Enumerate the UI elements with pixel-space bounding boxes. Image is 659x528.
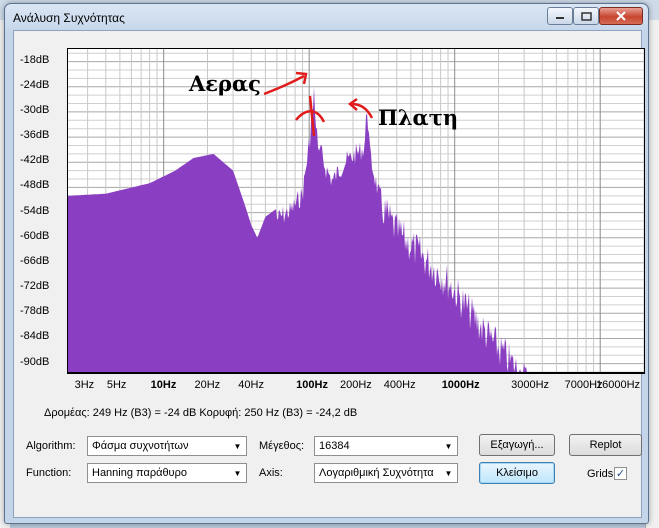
algorithm-value: Φάσμα συχνοτήτων	[92, 440, 189, 452]
grids-label: Grids	[587, 468, 614, 480]
algorithm-label: Algorithm:	[26, 440, 76, 452]
title-bar[interactable]: Ανάλυση Συχνότητας	[5, 4, 648, 30]
x-tick-label: 20Hz	[194, 379, 221, 391]
algorithm-select[interactable]: Φάσμα συχνοτήτων ▼	[87, 436, 247, 456]
grids-checkbox[interactable]: ✓	[614, 467, 627, 480]
y-tick-label: -66dB	[20, 254, 50, 267]
y-tick-label: -24dB	[20, 78, 50, 91]
x-tick-label: 5Hz	[106, 379, 127, 391]
maximize-icon	[580, 11, 592, 21]
chevron-down-icon: ▼	[233, 441, 242, 451]
size-select[interactable]: 16384 ▼	[314, 436, 458, 456]
x-tick-label: 100Hz	[296, 379, 328, 391]
y-tick-label: -78dB	[20, 305, 50, 318]
x-tick-label: 40Hz	[238, 379, 264, 391]
annotation-arrows	[263, 71, 374, 137]
y-tick-label: -48dB	[20, 179, 50, 192]
x-tick-label: 16000Hz	[596, 379, 641, 391]
y-tick-label: -42dB	[20, 154, 50, 167]
size-label: Μέγεθος:	[259, 440, 305, 452]
x-tick-label: 200Hz	[339, 379, 372, 391]
axis-value: Λογαριθμική Συχνότητα	[319, 467, 434, 479]
replot-button[interactable]: Replot	[569, 434, 642, 456]
x-tick-label: 3000Hz	[511, 379, 550, 391]
x-axis-line	[67, 373, 645, 374]
frequency-analysis-window: Ανάλυση Συχνότητας -18dB -24dB -30dB -36dB -…	[4, 3, 649, 524]
chevron-down-icon: ▼	[444, 441, 453, 451]
dialog-client-area: -18dB -24dB -30dB -36dB -42dB -48dB -54dB -60dB…	[13, 30, 645, 518]
minimize-icon	[556, 17, 564, 19]
y-tick-label: -84dB	[20, 330, 50, 343]
close-icon	[616, 11, 626, 21]
window-title: Ανάλυση Συχνότητας	[13, 11, 125, 25]
y-tick-label: -54dB	[20, 204, 50, 217]
close-window-button[interactable]	[599, 7, 643, 25]
annotation-plati: Πλατη	[378, 105, 459, 130]
axis-label: Axis:	[259, 467, 283, 479]
y-tick-label: -18dB	[20, 53, 50, 66]
y-tick-label: -36dB	[20, 129, 50, 142]
export-button[interactable]: Εξαγωγή...	[479, 434, 555, 456]
x-tick-label: 1000Hz	[441, 379, 480, 391]
axis-select[interactable]: Λογαριθμική Συχνότητα ▼	[314, 463, 458, 483]
x-tick-label: 10Hz	[150, 379, 177, 391]
y-tick-label: -60dB	[20, 229, 50, 242]
x-tick-label: 3Hz	[74, 379, 95, 391]
y-tick-label: -72dB	[20, 280, 50, 293]
chevron-down-icon: ▼	[233, 468, 242, 478]
close-button[interactable]: Κλείσιμο	[479, 462, 555, 484]
function-value: Hanning παράθυρο	[92, 467, 187, 479]
y-tick-label: -30dB	[20, 103, 50, 116]
cursor-peak-status: Δρομέας: 249 Hz (B3) = -24 dB Κορυφή: 25…	[44, 407, 358, 419]
chevron-down-icon: ▼	[444, 468, 453, 478]
y-tick-label: -90dB	[20, 355, 50, 368]
minimize-button[interactable]	[547, 7, 573, 25]
maximize-button[interactable]	[573, 7, 599, 25]
size-value: 16384	[319, 440, 350, 452]
function-label: Function:	[26, 467, 72, 479]
x-tick-label: 400Hz	[383, 379, 416, 391]
function-select[interactable]: Hanning παράθυρο ▼	[87, 463, 247, 483]
